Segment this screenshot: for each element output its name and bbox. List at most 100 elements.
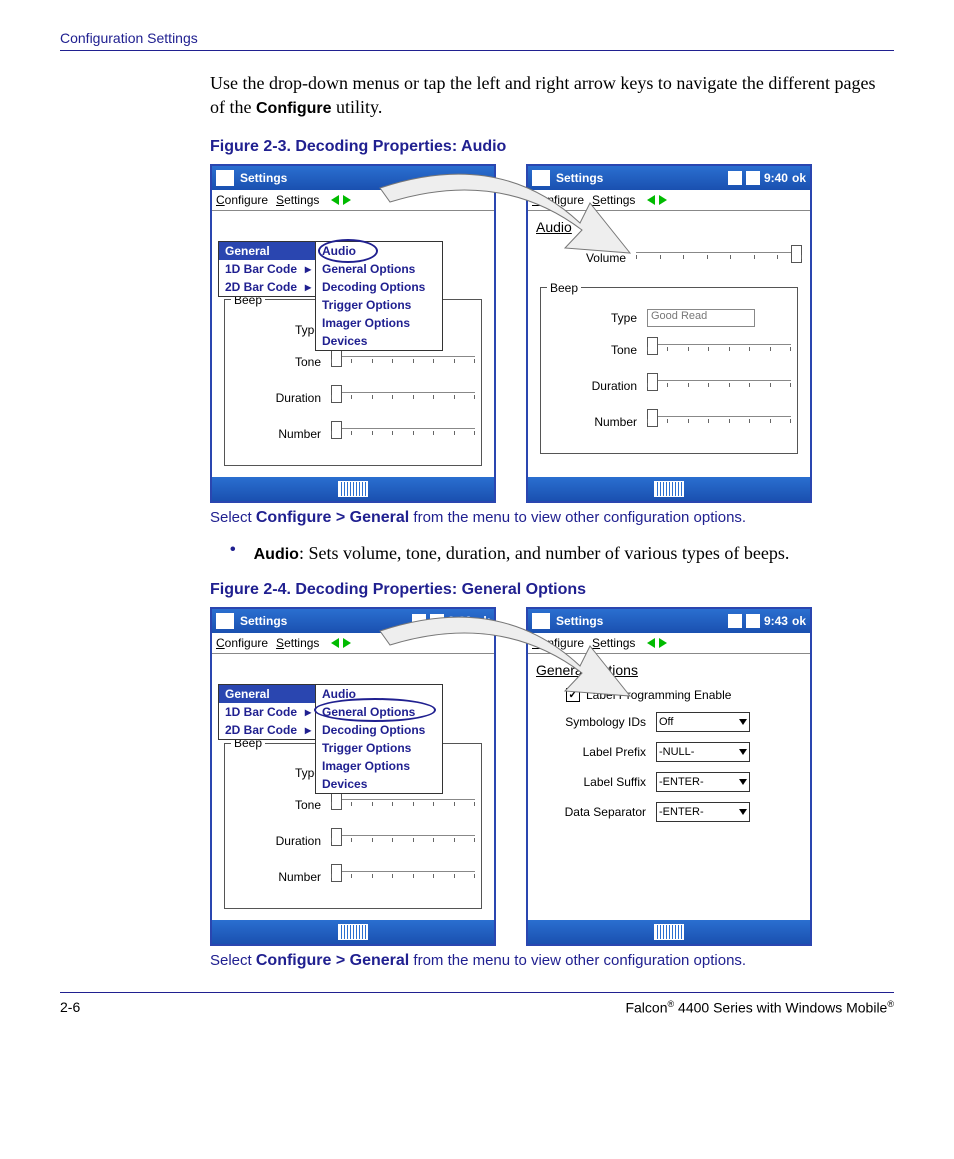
nav-prev-icon[interactable]	[331, 638, 339, 648]
start-icon[interactable]	[532, 170, 550, 186]
ok-button[interactable]: ok	[792, 614, 806, 628]
menu-settings[interactable]: Settings	[592, 193, 635, 207]
screenshot-fig24-left: Settings 9:39 ok Configure Settings	[210, 607, 496, 946]
connectivity-icon[interactable]	[412, 614, 426, 628]
menu-general[interactable]: General	[219, 685, 315, 703]
symbology-ids-select[interactable]: Off	[656, 712, 750, 732]
title-text: Settings	[240, 171, 287, 185]
volume-icon[interactable]	[746, 171, 760, 185]
label-programming-checkbox[interactable]: ✓	[566, 688, 580, 702]
tone-slider[interactable]	[331, 799, 475, 818]
menu-configure[interactable]: Configure	[216, 193, 268, 207]
menu-2d-barcode[interactable]: 2D Bar Code▸	[219, 721, 315, 739]
title-text: Settings	[556, 171, 603, 185]
number-label: Number	[231, 870, 321, 884]
submenu-audio[interactable]: Audio	[316, 685, 442, 703]
bullet-icon: •	[230, 541, 236, 566]
intro-util: Configure	[256, 100, 332, 117]
menu-settings[interactable]: Settings	[276, 636, 319, 650]
nav-next-icon[interactable]	[659, 638, 667, 648]
start-icon[interactable]	[216, 170, 234, 186]
menubar: Configure Settings	[528, 633, 810, 654]
number-slider[interactable]	[647, 416, 791, 435]
label-programming-label: Label Programming Enable	[586, 688, 731, 702]
beep-legend: Beep	[547, 281, 581, 295]
title-text: Settings	[556, 614, 603, 628]
bullet-text: : Sets volume, tone, duration, and numbe…	[299, 543, 789, 563]
submenu-trigger-options[interactable]: Trigger Options	[316, 739, 442, 757]
screenshot-fig23-left: Settings Configure Settings General	[210, 164, 496, 503]
keyboard-icon[interactable]	[654, 924, 684, 940]
intro-text-2: utility.	[332, 97, 383, 117]
label-suffix-select[interactable]: -ENTER-	[656, 772, 750, 792]
chevron-down-icon	[739, 719, 747, 725]
nav-prev-icon[interactable]	[647, 195, 655, 205]
keyboard-icon[interactable]	[338, 481, 368, 497]
data-separator-select[interactable]: -ENTER-	[656, 802, 750, 822]
duration-slider[interactable]	[331, 835, 475, 854]
connectivity-icon[interactable]	[728, 171, 742, 185]
duration-slider[interactable]	[647, 380, 791, 399]
type-input[interactable]: Good Read	[647, 309, 755, 327]
duration-label: Duration	[231, 391, 321, 405]
submenu-decoding-options[interactable]: Decoding Options	[316, 278, 442, 296]
bottombar	[212, 920, 494, 944]
volume-icon[interactable]	[430, 614, 444, 628]
menu-configure[interactable]: Configure	[532, 193, 584, 207]
number-slider[interactable]	[331, 428, 475, 447]
menu-general[interactable]: General	[219, 242, 315, 260]
connectivity-icon[interactable]	[728, 614, 742, 628]
ok-button[interactable]: ok	[476, 614, 490, 628]
keyboard-icon[interactable]	[338, 924, 368, 940]
beep-group: Beep TypeGood Read Tone Duration Number	[540, 281, 798, 454]
nav-next-icon[interactable]	[343, 195, 351, 205]
menu-configure[interactable]: Configure	[216, 636, 268, 650]
start-icon[interactable]	[216, 613, 234, 629]
nav-prev-icon[interactable]	[647, 638, 655, 648]
tone-label: Tone	[231, 798, 321, 812]
submenu-imager-options[interactable]: Imager Options	[316, 314, 442, 332]
submenu-devices[interactable]: Devices	[316, 332, 442, 350]
section-heading: Audio	[536, 219, 802, 235]
footer-rule	[60, 992, 894, 993]
product-name: Falcon® 4400 Series with Windows Mobile®	[625, 999, 894, 1016]
menu-settings[interactable]: Settings	[592, 636, 635, 650]
menu-2d-barcode[interactable]: 2D Bar Code▸	[219, 278, 315, 296]
keyboard-icon[interactable]	[654, 481, 684, 497]
tone-slider[interactable]	[331, 356, 475, 375]
intro-paragraph: Use the drop-down menus or tap the left …	[210, 71, 894, 120]
chevron-down-icon	[739, 809, 747, 815]
label-prefix-label: Label Prefix	[536, 745, 646, 759]
submenu-audio[interactable]: Audio	[316, 242, 442, 260]
nav-next-icon[interactable]	[343, 638, 351, 648]
submenu-trigger-options[interactable]: Trigger Options	[316, 296, 442, 314]
header-rule	[60, 50, 894, 51]
menu-settings[interactable]: Settings	[276, 193, 319, 207]
submenu-imager-options[interactable]: Imager Options	[316, 757, 442, 775]
nav-prev-icon[interactable]	[331, 195, 339, 205]
volume-icon[interactable]	[746, 614, 760, 628]
volume-label: Volume	[536, 251, 626, 265]
menu-1d-barcode[interactable]: 1D Bar Code▸	[219, 260, 315, 278]
tone-slider[interactable]	[647, 344, 791, 363]
submenu-devices[interactable]: Devices	[316, 775, 442, 793]
volume-slider[interactable]	[636, 252, 802, 271]
tone-label: Tone	[547, 343, 637, 357]
submenu-decoding-options[interactable]: Decoding Options	[316, 721, 442, 739]
number-slider[interactable]	[331, 871, 475, 890]
label-prefix-select[interactable]: -NULL-	[656, 742, 750, 762]
ok-button[interactable]: ok	[792, 171, 806, 185]
bottombar	[212, 477, 494, 501]
submenu-general-options[interactable]: General Options	[316, 703, 442, 721]
menubar: Configure Settings	[212, 190, 494, 211]
number-label: Number	[231, 427, 321, 441]
start-icon[interactable]	[532, 613, 550, 629]
submenu-general-options[interactable]: General Options	[316, 260, 442, 278]
page-footer: 2-6 Falcon® 4400 Series with Windows Mob…	[60, 999, 894, 1016]
bottombar	[528, 920, 810, 944]
menu-1d-barcode[interactable]: 1D Bar Code▸	[219, 703, 315, 721]
data-separator-label: Data Separator	[536, 805, 646, 819]
nav-next-icon[interactable]	[659, 195, 667, 205]
menu-configure[interactable]: Configure	[532, 636, 584, 650]
duration-slider[interactable]	[331, 392, 475, 411]
